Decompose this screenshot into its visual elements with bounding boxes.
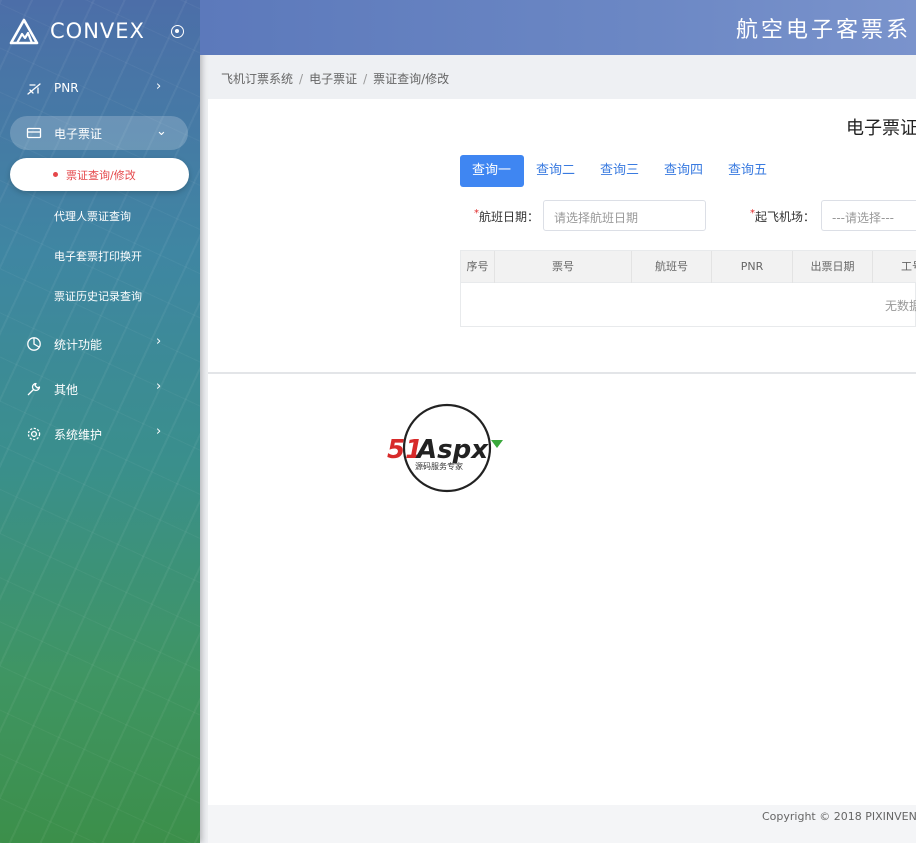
empty-table-text: 无数据: [885, 299, 916, 313]
column-header[interactable]: PNR: [712, 251, 793, 283]
column-header[interactable]: 序号: [461, 251, 495, 283]
sidebar-item-label: 电子票证: [54, 127, 103, 141]
tab-query-2[interactable]: 查询二: [524, 155, 587, 187]
chevron-right-icon: ›: [156, 424, 162, 439]
sidebar-subitem-history-query[interactable]: 票证历史记录查询: [54, 288, 142, 304]
sidebar-item-statistics[interactable]: 统计功能 ›: [10, 327, 188, 361]
active-dot-icon: [53, 172, 58, 177]
sidebar-item-pnr[interactable]: PNR ›: [10, 72, 188, 106]
chart-pie-icon: [27, 337, 41, 351]
sidebar-subitem-ticket-query[interactable]: 票证查询/修改: [10, 158, 189, 191]
footer: Copyright © 2018 PIXINVENT: [208, 805, 916, 843]
chevron-right-icon: ›: [156, 79, 162, 94]
card-icon: [26, 127, 42, 139]
watermark-logo: 51 Aspx 源码服务专家: [387, 403, 503, 493]
breadcrumb-item-current: 票证查询/修改: [373, 72, 450, 86]
sidebar-item-eticket[interactable]: 电子票证 ⌄: [10, 116, 188, 150]
flight-date-label: *航班日期：: [474, 208, 540, 224]
required-mark: *: [750, 208, 755, 219]
breadcrumb: 飞机订票系统 / 电子票证 / 票证查询/修改: [221, 70, 449, 87]
sidebar: CONVEX PNR › 电子票证 ⌄ 票证查询/修改 代理人票证查询 电子套票…: [0, 0, 200, 843]
table-header: 序号 票号 航班号 PNR 出票日期 工号: [461, 251, 916, 283]
sidebar-item-other[interactable]: 其他 ›: [10, 372, 188, 406]
required-mark: *: [474, 208, 479, 219]
wrench-icon: [27, 382, 41, 396]
column-header[interactable]: 票号: [495, 251, 632, 283]
logo-icon: [9, 18, 39, 45]
sidebar-item-label: 系统维护: [54, 428, 103, 442]
column-header[interactable]: 出票日期: [793, 251, 873, 283]
watermark-sub: 源码服务专家: [415, 461, 463, 471]
gear-icon: [27, 427, 41, 441]
airport-label: *起飞机场：: [750, 208, 816, 224]
sidebar-item-system[interactable]: 系统维护 ›: [10, 417, 188, 451]
sidebar-toggle-icon[interactable]: [171, 25, 184, 38]
watermark-accent-icon: [491, 440, 503, 448]
top-header: 航空电子客票系: [200, 0, 916, 55]
chevron-down-icon: ⌄: [156, 124, 167, 139]
sidebar-item-label: 其他: [54, 383, 79, 397]
breadcrumb-separator: /: [363, 72, 368, 86]
copyright-text: Copyright © 2018 PIXINVENT: [762, 810, 916, 823]
chevron-right-icon: ›: [156, 379, 162, 394]
tab-query-4[interactable]: 查询四: [652, 155, 715, 187]
chevron-right-icon: ›: [156, 334, 162, 349]
breadcrumb-separator: /: [299, 72, 304, 86]
tab-query-5[interactable]: 查询五: [716, 155, 779, 187]
sidebar-subitem-agent-query[interactable]: 代理人票证查询: [54, 208, 131, 224]
column-header[interactable]: 工号: [873, 251, 916, 283]
plane-icon: [27, 83, 41, 95]
page-title: 电子票证: [846, 118, 916, 139]
sidebar-item-label: 统计功能: [54, 338, 103, 352]
header-title: 航空电子客票系: [736, 18, 912, 43]
sidebar-item-label: PNR: [54, 81, 79, 95]
column-header[interactable]: 航班号: [632, 251, 712, 283]
brand-title: CONVEX: [50, 19, 145, 43]
departure-airport-select[interactable]: ---请选择---: [821, 200, 916, 231]
tab-query-3[interactable]: 查询三: [588, 155, 651, 187]
breadcrumb-item[interactable]: 飞机订票系统: [221, 72, 293, 86]
results-table: 序号 票号 航班号 PNR 出票日期 工号 无数据: [460, 250, 916, 327]
main-panel: 电子票证 查询一 查询二 查询三 查询四 查询五 *航班日期： 请选择航班日期 …: [208, 99, 916, 372]
watermark-text-main: Aspx: [415, 435, 489, 465]
brand: CONVEX: [0, 0, 200, 64]
content-area: [208, 374, 916, 805]
breadcrumb-item[interactable]: 电子票证: [309, 72, 357, 86]
sidebar-subitem-print-exchange[interactable]: 电子套票打印换开: [54, 248, 142, 264]
tab-query-1[interactable]: 查询一: [460, 155, 524, 187]
sidebar-subitem-label: 票证查询/修改: [66, 169, 136, 182]
flight-date-input[interactable]: 请选择航班日期: [543, 200, 706, 231]
